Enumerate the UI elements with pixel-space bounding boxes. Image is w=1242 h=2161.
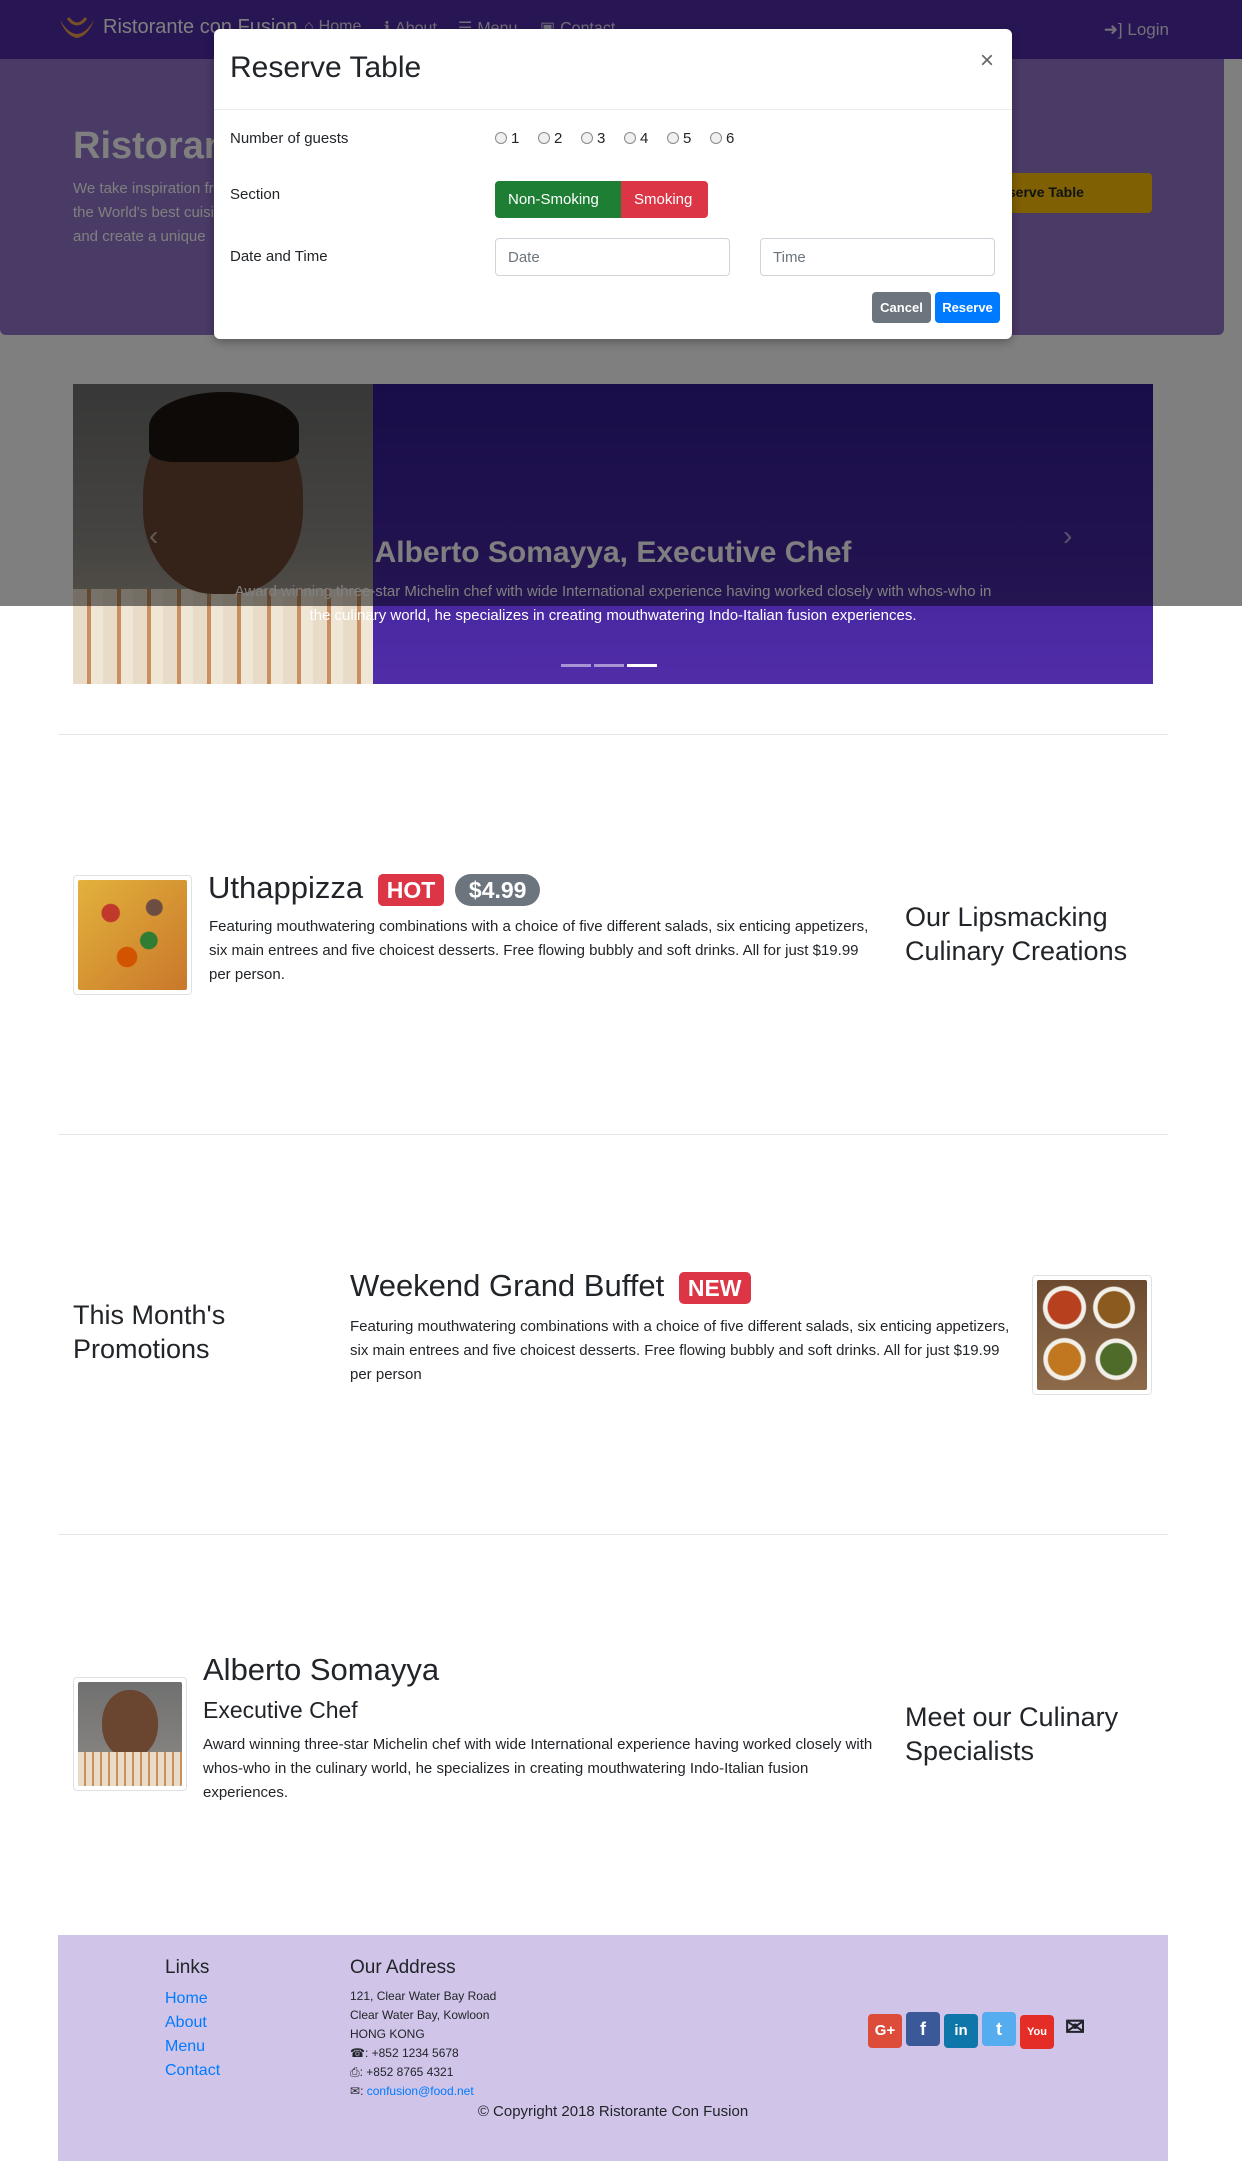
new-badge: NEW — [678, 1271, 751, 1304]
leader-face — [102, 1690, 158, 1758]
fax-icon: ⎙ — [350, 2065, 360, 2079]
promotion-thumbnail — [1032, 1275, 1152, 1395]
leader-thumbnail — [73, 1677, 187, 1791]
footer-link-about[interactable]: About — [165, 2011, 220, 2035]
social-links: G+ f in t You ✉ — [868, 2011, 1096, 2049]
buffet-image — [1037, 1280, 1147, 1390]
promotion-name: Weekend Grand Buffet — [350, 1268, 665, 1303]
guest-option-5[interactable]: 5 — [667, 130, 691, 147]
footer-links-heading: Links — [165, 1957, 210, 1978]
radio-icon — [667, 132, 679, 144]
datetime-label: Date and Time — [230, 248, 328, 265]
email-row: ✉: confusion@food.net — [350, 2084, 474, 2098]
leader-section-heading: Meet our Culinary Specialists — [905, 1702, 1119, 1766]
radio-icon — [538, 132, 550, 144]
leader-name: Alberto Somayya — [203, 1652, 440, 1687]
facebook-icon[interactable]: f — [906, 2012, 940, 2046]
leader-description: Award winning three-star Michelin chef w… — [203, 1736, 873, 1801]
guest-option-4[interactable]: 4 — [624, 130, 648, 147]
fax-row: ⎙: +852 8765 4321 — [350, 2063, 496, 2082]
radio-icon — [495, 132, 507, 144]
copyright: © Copyright 2018 Ristorante Con Fusion — [477, 2103, 749, 2120]
divider — [58, 1534, 1168, 1535]
radio-icon — [624, 132, 636, 144]
guest-option-label: 2 — [554, 130, 563, 147]
phone-icon: ☎ — [350, 2046, 365, 2060]
guest-option-label: 6 — [726, 130, 735, 147]
twitter-icon[interactable]: t — [982, 2012, 1016, 2046]
dish-title: Uthappizza HOT $4.99 — [208, 870, 541, 906]
footer-link-menu[interactable]: Menu — [165, 2035, 220, 2059]
carousel-indicator-1[interactable] — [561, 664, 591, 667]
address-line-2: Clear Water Bay, Kowloon — [350, 2008, 490, 2022]
footer: Links Home About Menu Contact Our Addres… — [58, 1935, 1168, 2161]
carousel-indicator-3[interactable] — [627, 664, 657, 667]
reserve-button[interactable]: Reserve — [935, 292, 1000, 323]
google-plus-icon[interactable]: G+ — [868, 2014, 902, 2048]
footer-links: Home About Menu Contact — [165, 1987, 220, 2083]
promotion-title: Weekend Grand Buffet NEW — [350, 1268, 751, 1304]
dish-section-heading: Our Lipsmacking Culinary Creations — [905, 902, 1128, 966]
close-icon[interactable]: × — [980, 47, 994, 75]
price-badge: $4.99 — [454, 873, 541, 906]
leader-designation: Executive Chef — [203, 1697, 358, 1723]
time-input[interactable]: Time — [760, 238, 995, 276]
leader-shirt — [78, 1752, 182, 1786]
guest-option-label: 1 — [511, 130, 520, 147]
guest-option-label: 5 — [683, 130, 692, 147]
guest-option-6[interactable]: 6 — [710, 130, 734, 147]
smoking-button[interactable]: Smoking — [621, 181, 708, 218]
dish-description: Featuring mouthwatering combinations wit… — [209, 918, 869, 983]
promotion-description: Featuring mouthwatering combinations wit… — [350, 1318, 1010, 1383]
guest-option-3[interactable]: 3 — [581, 130, 605, 147]
divider — [58, 734, 1168, 735]
guest-option-1[interactable]: 1 — [495, 130, 519, 147]
promotion-section-heading: This Month's Promotions — [73, 1300, 226, 1364]
radio-icon — [581, 132, 593, 144]
footer-address: 121, Clear Water Bay Road Clear Water Ba… — [350, 1987, 496, 2101]
footer-link-contact[interactable]: Contact — [165, 2059, 220, 2083]
envelope-icon: ✉ — [350, 2084, 361, 2098]
dish-name: Uthappizza — [208, 870, 364, 905]
non-smoking-button[interactable]: Non-Smoking — [495, 181, 621, 218]
section-label: Section — [230, 186, 281, 203]
carousel-indicators — [561, 654, 660, 672]
footer-link-home[interactable]: Home — [165, 1987, 220, 2011]
guest-option-2[interactable]: 2 — [538, 130, 562, 147]
divider — [58, 1134, 1168, 1135]
address-line-3: HONG KONG — [350, 2027, 425, 2041]
hot-badge: HOT — [377, 873, 445, 906]
reserve-table-modal: Reserve Table × Number of guests 1 2 3 4… — [214, 29, 1012, 339]
guests-label: Number of guests — [230, 130, 349, 147]
address-line-1: 121, Clear Water Bay Road — [350, 1989, 497, 2003]
phone-row: ☎: +852 1234 5678 — [350, 2044, 496, 2063]
guest-option-label: 3 — [597, 130, 606, 147]
phone-number: : +852 1234 5678 — [364, 2046, 459, 2060]
modal-divider — [214, 109, 1012, 110]
radio-icon — [710, 132, 722, 144]
date-input[interactable]: Date — [495, 238, 730, 276]
email-link[interactable]: confusion@food.net — [367, 2084, 474, 2098]
mail-icon[interactable]: ✉ — [1058, 2011, 1092, 2045]
linkedin-icon[interactable]: in — [944, 2014, 978, 2048]
carousel-indicator-2[interactable] — [594, 664, 624, 667]
youtube-icon[interactable]: You — [1020, 2015, 1054, 2049]
footer-address-heading: Our Address — [350, 1957, 456, 1978]
pizza-image — [78, 880, 187, 990]
cancel-button[interactable]: Cancel — [872, 292, 931, 323]
fax-number: : +852 8765 4321 — [359, 2065, 454, 2079]
modal-title: Reserve Table — [230, 51, 422, 84]
leader-photo — [78, 1682, 182, 1786]
guest-option-label: 4 — [640, 130, 649, 147]
dish-thumbnail — [73, 875, 192, 995]
